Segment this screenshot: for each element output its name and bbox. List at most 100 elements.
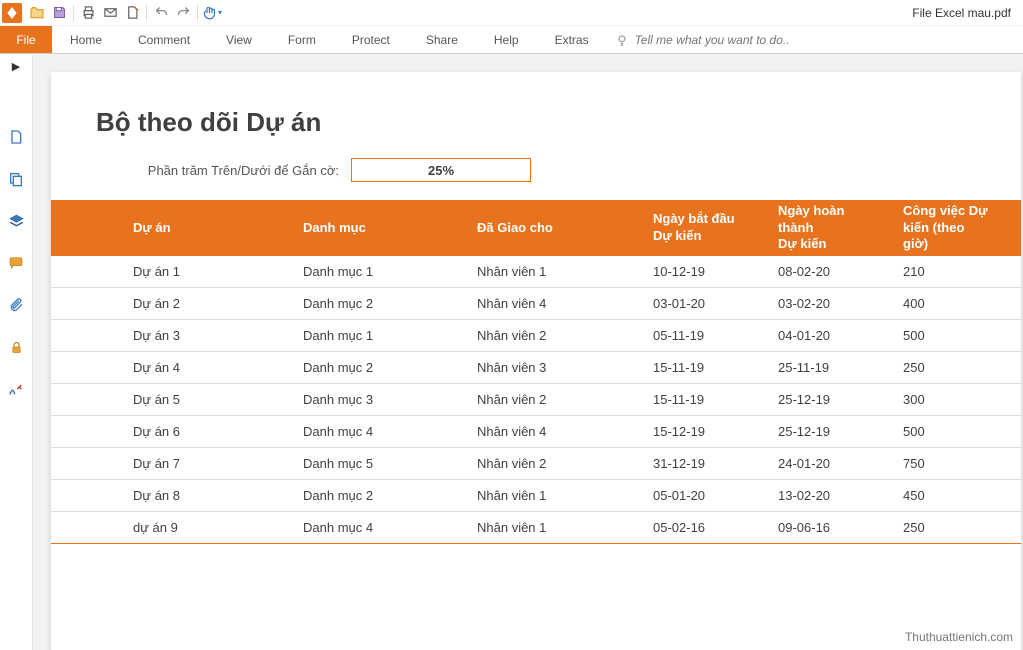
percent-flag-row: Phần trăm Trên/Dưới để Gắn cờ: 25% [96,158,1021,182]
col-hours: Công việc Dự kiến (theo giờ) [903,203,989,254]
ribbon-tabs: File Home Comment View Form Protect Shar… [0,26,1023,54]
cell-hours: 500 [891,424,1001,439]
lightbulb-icon [615,33,629,47]
cell-start: 15-12-19 [641,424,766,439]
cell-project: Dự án 5 [121,392,291,407]
cell-start: 05-11-19 [641,328,766,343]
document-canvas[interactable]: Bộ theo dõi Dự án Phần trăm Trên/Dưới để… [33,54,1023,650]
cell-start: 15-11-19 [641,360,766,375]
separator [197,5,198,21]
signature-icon[interactable] [6,379,26,399]
cell-category: Danh mục 5 [291,456,465,471]
cell-assigned: Nhân viên 1 [465,264,641,279]
table-row: dự án 9Danh mục 4Nhân viên 105-02-1609-0… [51,512,1021,544]
cell-project: Dự án 6 [121,424,291,439]
cell-assigned: Nhân viên 1 [465,520,641,535]
undo-icon[interactable] [150,2,172,24]
tab-help[interactable]: Help [476,26,537,53]
tell-me-search[interactable] [607,26,843,53]
cell-assigned: Nhân viên 2 [465,328,641,343]
table-row: Dự án 3Danh mục 1Nhân viên 205-11-1904-0… [51,320,1021,352]
tab-form[interactable]: Form [270,26,334,53]
tab-file[interactable]: File [0,26,52,53]
table-row: Dự án 2Danh mục 2Nhân viên 403-01-2003-0… [51,288,1021,320]
cell-end: 08-02-20 [766,264,891,279]
cell-end: 25-12-19 [766,424,891,439]
cell-hours: 210 [891,264,1001,279]
cell-assigned: Nhân viên 1 [465,488,641,503]
cell-assigned: Nhân viên 3 [465,360,641,375]
cell-start: 15-11-19 [641,392,766,407]
attachment-icon[interactable] [6,295,26,315]
security-icon[interactable] [6,337,26,357]
table-body: Dự án 1Danh mục 1Nhân viên 110-12-1908-0… [51,256,1021,544]
cell-start: 10-12-19 [641,264,766,279]
cell-category: Danh mục 1 [291,328,465,343]
window-title: File Excel mau.pdf [912,6,1021,20]
cell-project: Dự án 8 [121,488,291,503]
cell-hours: 750 [891,456,1001,471]
cell-assigned: Nhân viên 4 [465,296,641,311]
separator [146,5,147,21]
open-folder-icon[interactable] [26,2,48,24]
expand-sidebar-icon[interactable]: ▶ [12,60,20,73]
cell-category: Danh mục 2 [291,488,465,503]
table-row: Dự án 1Danh mục 1Nhân viên 110-12-1908-0… [51,256,1021,288]
new-file-icon[interactable] [121,2,143,24]
table-row: Dự án 7Danh mục 5Nhân viên 231-12-1924-0… [51,448,1021,480]
cell-category: Danh mục 3 [291,392,465,407]
layers-icon[interactable] [6,211,26,231]
watermark: Thuthuattienich.com [905,630,1013,644]
table-row: Dự án 8Danh mục 2Nhân viên 105-01-2013-0… [51,480,1021,512]
print-icon[interactable] [77,2,99,24]
cell-end: 13-02-20 [766,488,891,503]
quick-access-toolbar: ▾ File Excel mau.pdf [0,0,1023,26]
hand-tool-icon[interactable]: ▾ [201,2,223,24]
pdf-page: Bộ theo dõi Dự án Phần trăm Trên/Dưới để… [51,72,1021,650]
cell-category: Danh mục 4 [291,424,465,439]
cell-hours: 450 [891,488,1001,503]
main-area: ▶ Bộ theo dõi Dự án Phần trăm Trên/Dưới … [0,54,1023,650]
save-icon[interactable] [48,2,70,24]
project-table: Dự án Danh mục Đã Giao cho Ngày bắt đầu … [51,200,1021,544]
email-icon[interactable] [99,2,121,24]
redo-icon[interactable] [172,2,194,24]
col-project: Dự án [133,220,279,237]
cell-project: Dự án 4 [121,360,291,375]
tell-me-input[interactable] [635,33,835,47]
pages-thumbnail-icon[interactable] [6,169,26,189]
tab-protect[interactable]: Protect [334,26,408,53]
col-start: Ngày bắt đầu Dự kiến [653,211,754,245]
app-logo-icon[interactable] [2,3,22,23]
cell-assigned: Nhân viên 4 [465,424,641,439]
cell-end: 25-12-19 [766,392,891,407]
page-icon[interactable] [6,127,26,147]
tab-view[interactable]: View [208,26,270,53]
tab-home[interactable]: Home [52,26,120,53]
table-header: Dự án Danh mục Đã Giao cho Ngày bắt đầu … [51,200,1021,256]
cell-hours: 250 [891,360,1001,375]
tab-share[interactable]: Share [408,26,476,53]
cell-hours: 300 [891,392,1001,407]
left-sidebar: ▶ [0,54,33,650]
tab-comment[interactable]: Comment [120,26,208,53]
cell-category: Danh mục 1 [291,264,465,279]
cell-hours: 250 [891,520,1001,535]
comment-icon[interactable] [6,253,26,273]
cell-start: 31-12-19 [641,456,766,471]
col-end: Ngày hoàn thành Dự kiến [778,203,879,254]
cell-end: 04-01-20 [766,328,891,343]
cell-project: Dự án 7 [121,456,291,471]
table-row: Dự án 5Danh mục 3Nhân viên 215-11-1925-1… [51,384,1021,416]
cell-end: 24-01-20 [766,456,891,471]
cell-end: 25-11-19 [766,360,891,375]
doc-title: Bộ theo dõi Dự án [96,107,1021,138]
cell-project: Dự án 3 [121,328,291,343]
percent-value-box: 25% [351,158,531,182]
cell-end: 09-06-16 [766,520,891,535]
cell-hours: 400 [891,296,1001,311]
tab-extras[interactable]: Extras [537,26,607,53]
cell-hours: 500 [891,328,1001,343]
table-row: Dự án 6Danh mục 4Nhân viên 415-12-1925-1… [51,416,1021,448]
cell-project: Dự án 1 [121,264,291,279]
